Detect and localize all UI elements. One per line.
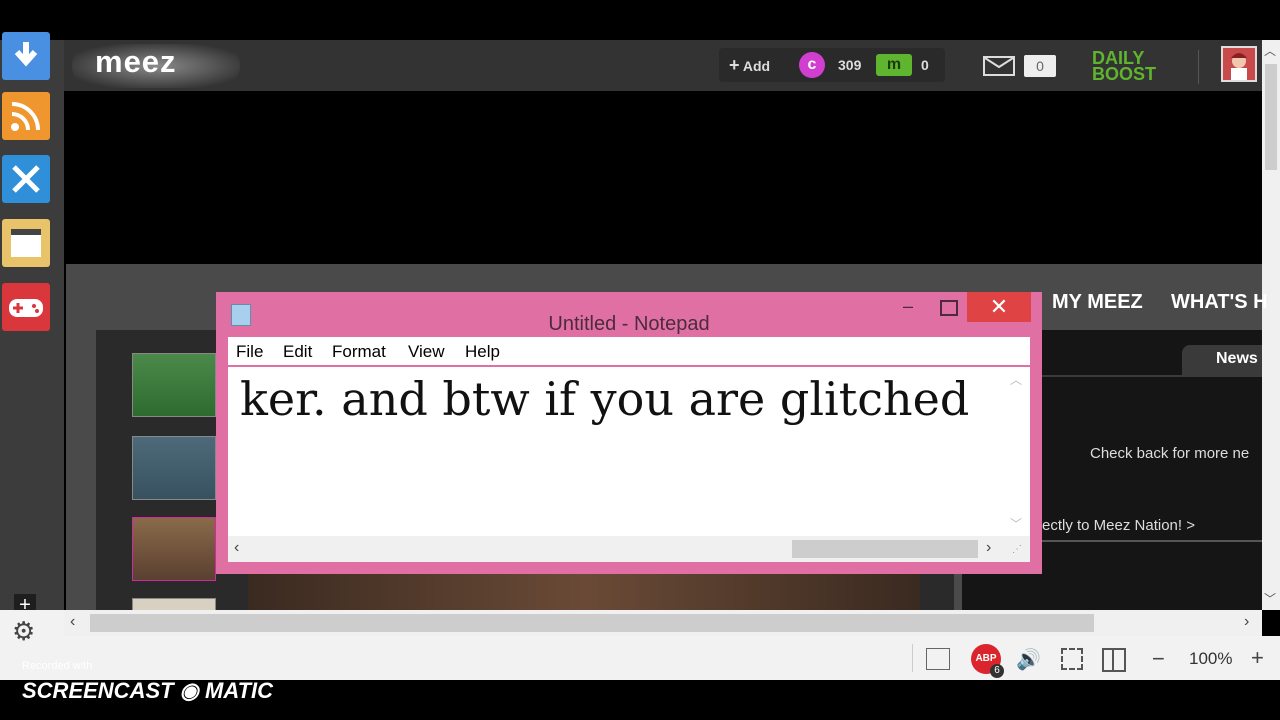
notepad-horizontal-scrollbar[interactable]: ‹ › ⋰	[228, 536, 1030, 562]
notepad-content: ker. and btw if you are glitched	[240, 372, 970, 426]
maximize-button[interactable]	[940, 300, 958, 316]
daily-boost-line2: BOOST	[1092, 64, 1157, 84]
avatar-scene	[248, 574, 920, 610]
scroll-left-icon[interactable]: ‹	[234, 539, 239, 557]
close-button[interactable]: ✕	[967, 292, 1031, 322]
rss-icon[interactable]	[2, 92, 50, 140]
plus-icon: +	[729, 55, 740, 75]
news-tab-label: News	[1216, 350, 1258, 367]
horizontal-scroll-thumb[interactable]	[792, 540, 978, 558]
news-underline	[1042, 375, 1262, 377]
news-check-back: Check back for more ne	[1090, 445, 1250, 462]
daily-boost-logo[interactable]: DAILY BOOST	[1092, 49, 1157, 84]
coins-count: 309	[838, 57, 862, 73]
zoom-out-button[interactable]: −	[1152, 646, 1165, 672]
news-link[interactable]: ectly to Meez Nation! >	[1042, 517, 1195, 534]
statusbar-divider	[912, 644, 913, 672]
screencast-o-matic-logo: SCREENCAST ◉ MATIC	[22, 678, 274, 703]
notes-icon[interactable]	[2, 219, 50, 267]
adblock-count-badge: 6	[990, 664, 1004, 678]
download-icon[interactable]	[2, 32, 50, 80]
scroll-up-icon[interactable]: ︿	[1264, 42, 1276, 59]
scroll-down-icon[interactable]: ﹀	[1264, 590, 1276, 607]
scroll-up-icon[interactable]: ︿	[1010, 371, 1022, 388]
notepad-vertical-scrollbar[interactable]: ︿ ﹀	[1004, 367, 1030, 536]
zoom-level: 100%	[1189, 649, 1233, 668]
speaker-icon[interactable]: 🔊	[1016, 647, 1041, 672]
add-label: Add	[742, 58, 771, 74]
resize-grip-icon[interactable]: ⋰	[1012, 544, 1022, 555]
scroll-right-icon[interactable]: ›	[986, 539, 991, 557]
menu-file[interactable]: File	[236, 342, 263, 362]
add-button[interactable]: + Add	[729, 55, 770, 76]
scroll-down-icon[interactable]: ﹀	[1010, 515, 1022, 532]
tools-icon[interactable]	[2, 155, 50, 203]
menu-view[interactable]: View	[408, 342, 445, 362]
adblock-label: ABP	[975, 653, 997, 664]
header-divider	[1198, 50, 1199, 84]
outfit-thumbnail[interactable]	[132, 353, 216, 417]
meez-points-icon: m	[876, 54, 912, 76]
mail-icon[interactable]	[983, 56, 1015, 76]
nav-whats-hot[interactable]: WHAT'S H	[1171, 291, 1268, 314]
activity-icon[interactable]	[926, 648, 950, 670]
browser-statusbar	[64, 636, 1280, 680]
page-horizontal-scrollbar[interactable]: ‹ ›	[64, 610, 1262, 636]
avatar[interactable]	[1221, 46, 1257, 82]
meez-logo[interactable]: meez	[95, 44, 177, 80]
zoom-in-button[interactable]: +	[1251, 645, 1264, 671]
split-view-icon[interactable]	[1102, 648, 1126, 672]
vertical-scroll-thumb[interactable]	[1265, 64, 1277, 170]
menu-format[interactable]: Format	[332, 342, 386, 362]
menu-edit[interactable]: Edit	[283, 342, 312, 362]
news-divider	[1042, 540, 1262, 542]
scroll-left-icon[interactable]: ‹	[70, 613, 75, 631]
browser-sidebar: +	[0, 32, 64, 616]
games-icon[interactable]	[2, 283, 50, 331]
fullscreen-icon[interactable]	[1061, 648, 1083, 670]
site-header	[64, 40, 1262, 91]
outfit-thumbnail[interactable]	[132, 517, 216, 581]
news-tab[interactable]: News	[1182, 345, 1262, 375]
horizontal-scroll-thumb[interactable]	[90, 614, 1094, 632]
outfit-thumbnail[interactable]	[132, 436, 216, 500]
recorded-with-label: Recorded with	[22, 660, 93, 672]
coins-icon: c	[799, 52, 825, 78]
meez-points-count: 0	[921, 57, 929, 73]
minimize-button[interactable]: –	[898, 296, 918, 318]
page-vertical-scrollbar[interactable]: ︿ ﹀	[1262, 40, 1280, 610]
gear-icon[interactable]: ⚙	[12, 616, 35, 647]
menu-help[interactable]: Help	[465, 342, 500, 362]
top-letterbox	[0, 0, 1280, 40]
scroll-right-icon[interactable]: ›	[1244, 613, 1249, 631]
notepad-title: Untitled - Notepad	[548, 313, 710, 335]
mail-count-badge: 0	[1024, 55, 1056, 77]
nav-my-meez[interactable]: MY MEEZ	[1052, 291, 1143, 314]
